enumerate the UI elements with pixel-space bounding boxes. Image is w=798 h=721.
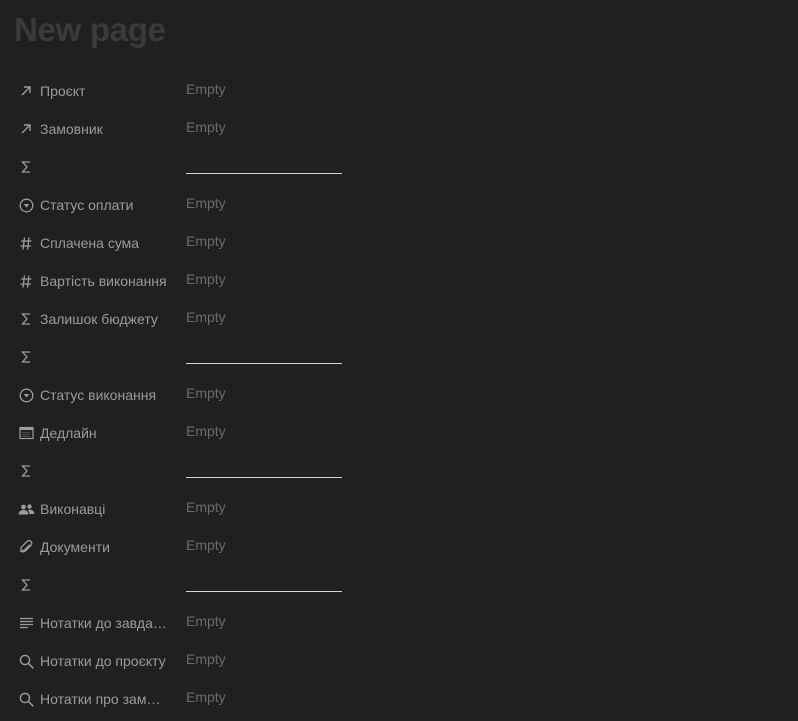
relation-arrow-icon (14, 110, 38, 148)
property-row: Дедлайн Empty (14, 414, 798, 452)
property-value[interactable]: Empty (186, 537, 226, 553)
property-row: Проєкт Empty (14, 72, 798, 110)
property-row: Сплачена сума Empty (14, 224, 798, 262)
property-value[interactable]: Empty (186, 81, 226, 97)
property-row: Нотатки до проєкту Empty (14, 642, 798, 680)
property-name[interactable] (14, 148, 186, 186)
property-label: Вартість виконання (40, 273, 167, 289)
property-label: Замовник (40, 121, 103, 137)
property-value[interactable]: Empty (186, 689, 226, 705)
property-row: Статус виконання Empty (14, 376, 798, 414)
formula-value-field[interactable] (186, 172, 342, 174)
formula-value-field[interactable] (186, 476, 342, 478)
property-name[interactable]: Статус виконання (14, 376, 186, 414)
property-value[interactable]: Empty (186, 651, 226, 667)
calendar-icon (14, 414, 38, 452)
property-name[interactable]: Документи (14, 528, 186, 566)
paperclip-icon (14, 528, 38, 566)
search-icon (14, 680, 38, 718)
property-row: Документи Empty (14, 528, 798, 566)
property-value[interactable]: Empty (186, 613, 226, 629)
status-icon (14, 376, 38, 414)
property-row (14, 148, 798, 186)
property-value[interactable]: Empty (186, 195, 226, 211)
property-value[interactable]: Empty (186, 233, 226, 249)
property-name[interactable]: Замовник (14, 110, 186, 148)
property-name[interactable]: Нотатки до проєкту (14, 642, 186, 680)
property-label: Статус виконання (40, 387, 157, 403)
property-label: Дедлайн (40, 425, 97, 441)
hash-icon (14, 224, 38, 262)
status-icon (14, 186, 38, 224)
property-label: Сплачена сума (40, 235, 140, 251)
formula-value-field[interactable] (186, 362, 342, 364)
property-label: Статус оплати (40, 197, 134, 213)
property-row: Вартість виконання Empty (14, 262, 798, 300)
property-name[interactable] (14, 566, 186, 604)
sigma-icon (14, 452, 38, 490)
property-label: Нотатки до завдання (40, 615, 168, 631)
property-row: Нотатки до завдання Empty (14, 604, 798, 642)
property-value[interactable]: Empty (186, 271, 226, 287)
property-name[interactable] (14, 338, 186, 376)
property-name[interactable]: Сплачена сума (14, 224, 186, 262)
property-name[interactable]: Дедлайн (14, 414, 186, 452)
sigma-icon (14, 338, 38, 376)
property-row: Нотатки про замовника Empty (14, 680, 798, 718)
property-row: Виконавці Empty (14, 490, 798, 528)
property-label: Залишок бюджету (40, 311, 158, 327)
relation-arrow-icon (14, 72, 38, 110)
sigma-icon (14, 566, 38, 604)
property-value[interactable]: Empty (186, 309, 226, 325)
property-value[interactable]: Empty (186, 385, 226, 401)
property-value[interactable]: Empty (186, 119, 226, 135)
page: New page Проєкт Empty Замовник Empty Статус … (0, 0, 798, 721)
property-label: Нотатки про замовника (40, 691, 168, 707)
property-name[interactable]: Статус оплати (14, 186, 186, 224)
property-row: Замовник Empty (14, 110, 798, 148)
property-label: Документи (40, 539, 110, 555)
hash-icon (14, 262, 38, 300)
property-label: Виконавці (40, 501, 106, 517)
search-icon (14, 642, 38, 680)
property-name[interactable]: Виконавці (14, 490, 186, 528)
property-row (14, 452, 798, 490)
property-row (14, 338, 798, 376)
property-name[interactable]: Вартість виконання (14, 262, 186, 300)
property-row: Залишок бюджету Empty (14, 300, 798, 338)
property-label: Проєкт (40, 83, 86, 99)
property-name[interactable]: Нотатки до завдання (14, 604, 186, 642)
text-lines-icon (14, 604, 38, 642)
property-value[interactable]: Empty (186, 499, 226, 515)
property-list: Проєкт Empty Замовник Empty Статус оплати Emp… (14, 72, 798, 718)
people-icon (14, 490, 38, 528)
sigma-icon (14, 300, 38, 338)
sigma-icon (14, 148, 38, 186)
property-name[interactable]: Проєкт (14, 72, 186, 110)
page-title[interactable]: New page (14, 8, 166, 52)
property-name[interactable]: Нотатки про замовника (14, 680, 186, 718)
property-name[interactable]: Залишок бюджету (14, 300, 186, 338)
property-row: Статус оплати Empty (14, 186, 798, 224)
property-label: Нотатки до проєкту (40, 653, 166, 669)
property-value[interactable]: Empty (186, 423, 226, 439)
property-name[interactable] (14, 452, 186, 490)
property-row (14, 566, 798, 604)
formula-value-field[interactable] (186, 590, 342, 592)
